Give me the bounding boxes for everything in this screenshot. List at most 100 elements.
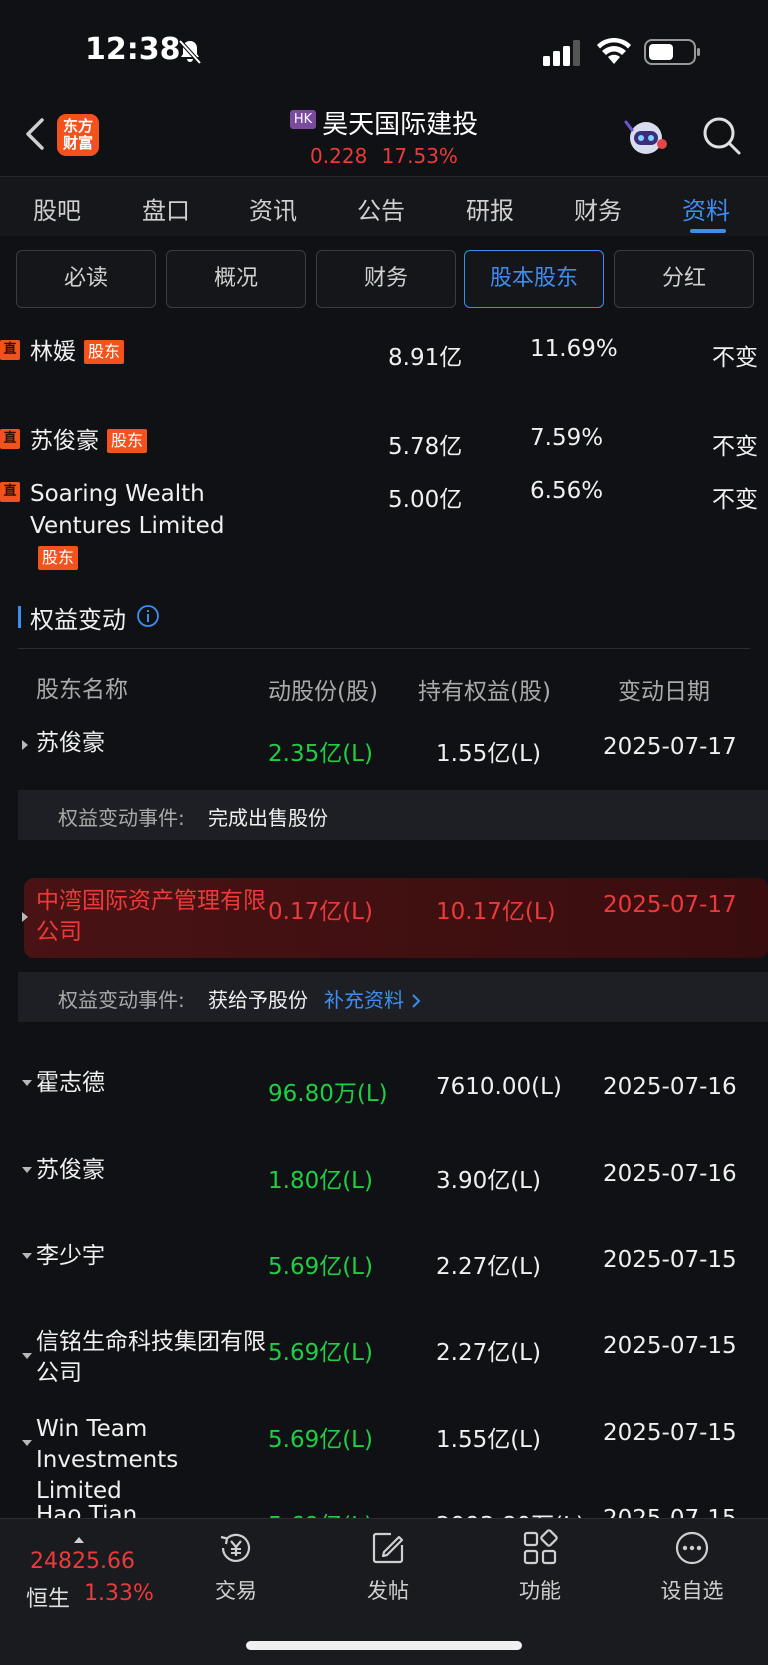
subtab-must-read[interactable]: 必读 bbox=[16, 250, 156, 308]
more-dots-icon bbox=[675, 1531, 709, 1565]
info-icon[interactable] bbox=[136, 604, 160, 628]
hang-seng-index-name[interactable]: 恒生 bbox=[26, 1581, 70, 1613]
cellular-signal-icon bbox=[543, 40, 580, 66]
chevron-right-icon bbox=[412, 994, 421, 1008]
holder-change: 不变 bbox=[712, 345, 758, 371]
nav-post-label: 发帖 bbox=[367, 1579, 409, 1603]
nav-trade-label: 交易 bbox=[215, 1579, 257, 1603]
home-indicator[interactable] bbox=[246, 1641, 522, 1650]
row-held-equity: 1.55亿(L) bbox=[436, 1427, 541, 1453]
tab-news[interactable]: 资讯 bbox=[249, 191, 297, 226]
active-tab-underline bbox=[690, 229, 726, 233]
column-header-change-date[interactable]: 变动日期 bbox=[618, 672, 710, 706]
wifi-icon bbox=[597, 38, 631, 64]
stock-change-pct: 17.53% bbox=[381, 144, 458, 168]
column-header-held-equity[interactable]: 持有权益(股) bbox=[418, 672, 551, 706]
row-holder-name: 苏俊豪 bbox=[36, 730, 105, 756]
holder-change: 不变 bbox=[712, 434, 758, 460]
event-label: 权益变动事件: bbox=[58, 988, 185, 1012]
row-holder-name: 李少宇 bbox=[36, 1243, 105, 1269]
stock-price: 0.228 bbox=[310, 144, 368, 168]
tab-announcements[interactable]: 公告 bbox=[357, 191, 405, 226]
search-icon[interactable] bbox=[700, 114, 742, 156]
holder-name-text: 苏俊豪 bbox=[30, 428, 99, 454]
row-holder-name: 霍志德 bbox=[36, 1070, 105, 1096]
holder-name: 苏俊豪 股东 bbox=[30, 425, 270, 457]
row-holder-name: 苏俊豪 bbox=[36, 1157, 105, 1183]
row-change-date: 2025-07-15 bbox=[603, 1420, 737, 1446]
supplementary-info-link[interactable]: 补充资料 bbox=[324, 984, 422, 1013]
tab-pankou[interactable]: 盘口 bbox=[142, 191, 190, 226]
shareholder-tag: 股东 bbox=[38, 546, 79, 570]
ai-assistant-icon[interactable] bbox=[624, 114, 668, 158]
section-title-text: 权益变动 bbox=[30, 606, 126, 634]
nav-functions[interactable]: 功能 bbox=[490, 1529, 590, 1605]
nav-watchlist[interactable]: 设自选 bbox=[642, 1529, 742, 1605]
column-header-changed-shares[interactable]: 动股份(股) bbox=[268, 672, 378, 706]
holder-name: 林媛 股东 bbox=[30, 336, 270, 368]
status-time: 12:38 bbox=[85, 32, 181, 67]
row-changed-shares: 0.17亿(L) bbox=[268, 899, 373, 925]
holder-pct: 6.56% bbox=[530, 478, 604, 504]
row-change-date: 2025-07-16 bbox=[603, 1074, 737, 1100]
subtab-share-capital[interactable]: 股本股东 bbox=[464, 250, 604, 308]
collapse-arrow-icon bbox=[22, 1167, 32, 1173]
expand-up-caret-icon[interactable] bbox=[74, 1537, 84, 1543]
row-change-date: 2025-07-17 bbox=[603, 734, 737, 760]
direct-holding-badge: 直 bbox=[0, 429, 20, 449]
row-changed-shares: 5.69亿(L) bbox=[268, 1254, 373, 1280]
status-bar: 12:38 bbox=[0, 0, 768, 100]
holder-change: 不变 bbox=[712, 487, 758, 513]
trade-yen-icon bbox=[220, 1533, 251, 1562]
row-held-equity: 3.90亿(L) bbox=[436, 1168, 541, 1194]
subtab-dividends[interactable]: 分红 bbox=[614, 250, 754, 308]
holder-shares: 8.91亿 bbox=[388, 345, 463, 371]
sub-tabs: 必读 概况 财务 股本股东 分红 bbox=[0, 250, 768, 312]
subtab-overview[interactable]: 概况 bbox=[166, 250, 306, 308]
nav-post[interactable]: 发帖 bbox=[338, 1529, 438, 1605]
row-held-equity: 2.27亿(L) bbox=[436, 1254, 541, 1280]
subtab-finance[interactable]: 财务 bbox=[316, 250, 456, 308]
tab-guba[interactable]: 股吧 bbox=[33, 191, 81, 226]
equity-event-box: 权益变动事件: 获给予股份 补充资料 bbox=[18, 972, 768, 1022]
grid-functions-icon bbox=[523, 1529, 558, 1565]
tab-profile[interactable]: 资料 bbox=[682, 191, 730, 226]
expand-arrow-icon bbox=[22, 912, 28, 922]
equity-event-box: 权益变动事件: 完成出售股份 bbox=[18, 790, 768, 840]
edit-post-icon bbox=[372, 1532, 404, 1564]
row-changed-shares: 1.80亿(L) bbox=[268, 1168, 373, 1194]
collapse-arrow-icon bbox=[22, 1353, 32, 1359]
shareholder-tag: 股东 bbox=[84, 340, 125, 364]
row-changed-shares: 5.69亿(L) bbox=[268, 1340, 373, 1366]
holder-pct: 11.69% bbox=[530, 336, 618, 362]
row-changed-shares: 2.35亿(L) bbox=[268, 741, 373, 767]
stock-name: 昊天国际建投 bbox=[322, 110, 479, 140]
holder-pct: 7.59% bbox=[530, 425, 604, 451]
row-held-equity: 10.17亿(L) bbox=[436, 899, 556, 925]
row-held-equity: 7610.00(L) bbox=[436, 1074, 562, 1100]
row-held-equity: 1.55亿(L) bbox=[436, 741, 541, 767]
event-label: 权益变动事件: bbox=[58, 806, 185, 830]
event-value: 完成出售股份 bbox=[208, 806, 328, 830]
main-tabs: 股吧 盘口 资讯 公告 研报 财务 资料 bbox=[0, 176, 768, 236]
nav-functions-label: 功能 bbox=[519, 1579, 561, 1603]
hang-seng-index-value[interactable]: 24825.66 bbox=[30, 1549, 135, 1574]
holder-name-text: 林媛 bbox=[30, 339, 76, 365]
section-accent-bar bbox=[18, 606, 21, 628]
battery-icon bbox=[644, 39, 700, 65]
nav-trade[interactable]: 交易 bbox=[186, 1529, 286, 1605]
row-changed-shares: 96.80万(L) bbox=[268, 1081, 388, 1107]
tab-research[interactable]: 研报 bbox=[466, 191, 514, 226]
collapse-arrow-icon bbox=[22, 1253, 32, 1259]
stock-header: 东方 财富 HK 昊天国际建投 0.228 17.53% bbox=[0, 100, 768, 176]
row-held-equity: 2.27亿(L) bbox=[436, 1340, 541, 1366]
holder-shares: 5.00亿 bbox=[388, 487, 463, 513]
row-holder-name: 中湾国际资产管理有限公司 bbox=[36, 888, 266, 945]
holder-name-text: Soaring Wealth Ventures Limited bbox=[30, 481, 225, 539]
tab-financials[interactable]: 财务 bbox=[574, 191, 622, 226]
direct-holding-badge: 直 bbox=[0, 340, 20, 360]
row-change-date: 2025-07-15 bbox=[603, 1247, 737, 1273]
supplementary-info-text: 补充资料 bbox=[324, 988, 404, 1012]
hang-seng-index-pct[interactable]: 1.33% bbox=[84, 1581, 154, 1606]
expand-arrow-icon bbox=[22, 740, 28, 750]
